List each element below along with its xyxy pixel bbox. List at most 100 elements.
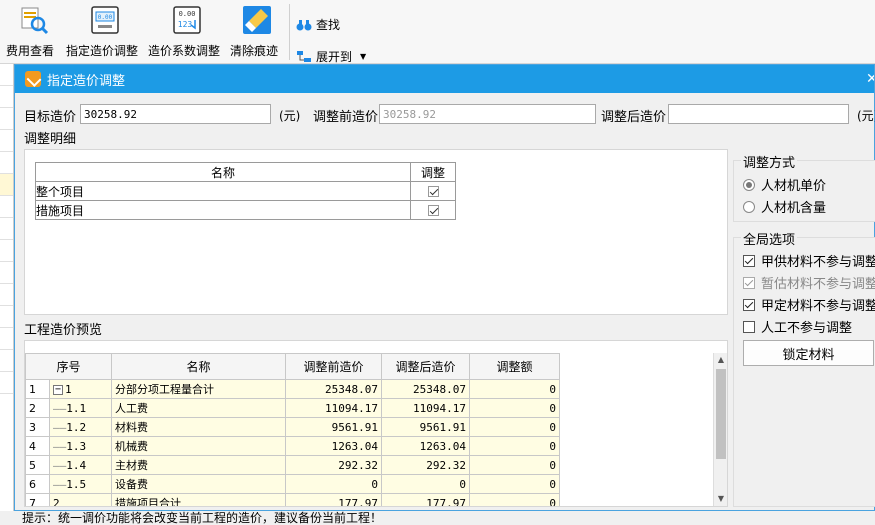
find-label: 查找 <box>316 18 341 32</box>
svg-text:0.00: 0.00 <box>179 10 196 18</box>
fee-view-label: 费用查看 <box>6 44 55 58</box>
dialog-app-icon <box>25 71 41 87</box>
after-price-label: 调整后造价 <box>601 110 667 125</box>
status-hint: 提示：统一调价功能将会改变当前工程的造价，建议备份当前工程！ <box>0 511 875 525</box>
svg-text:123: 123 <box>178 20 193 29</box>
row-diff: 0 <box>469 398 560 418</box>
preview-scrollbar[interactable]: ▲ ▼ <box>713 353 727 506</box>
scroll-down-icon[interactable]: ▼ <box>714 492 727 506</box>
row-number: 3 <box>25 417 50 437</box>
clear-trace-label: 清除痕迹 <box>230 44 279 58</box>
detail-table: 名称 调整 整个项目 措施项目 <box>34 162 456 220</box>
after-price-input[interactable] <box>668 104 849 124</box>
svg-text:0.00: 0.00 <box>98 14 113 21</box>
table-row[interactable]: 1 −1 分部分项工程量合计 25348.07 25348.07 0 <box>25 379 560 399</box>
preview-header-index: 序号 <box>25 353 112 380</box>
row-name: 材料费 <box>111 417 286 437</box>
radio-button[interactable] <box>743 200 755 213</box>
row-name: 人工费 <box>111 398 286 418</box>
row-before: 9561.91 <box>285 417 382 437</box>
price-adjust-button[interactable]: 0.00 指定造价调整 <box>66 2 144 62</box>
lock-material-button[interactable]: 锁定材料 <box>743 340 874 366</box>
row-name: 分部分项工程量合计 <box>111 379 286 399</box>
row-code-cell: −1 <box>49 379 112 399</box>
detail-row-adjust-cell <box>410 181 456 201</box>
close-icon[interactable]: ✕ <box>866 65 874 93</box>
scroll-up-icon[interactable]: ▲ <box>714 353 727 367</box>
dialog-titlebar: 指定造价调整 ✕ <box>15 65 874 93</box>
adjust-checkbox[interactable] <box>427 186 439 197</box>
option-labor[interactable]: 人工不参与调整 <box>743 317 852 336</box>
option-jiading-material[interactable]: 甲定材料不参与调整 <box>743 295 875 314</box>
detail-section-label: 调整明细 <box>24 132 77 147</box>
detail-row-name: 整个项目 <box>34 181 412 201</box>
option-estimated-material: 暂估材料不参与调整 <box>743 273 875 292</box>
preview-header-name: 名称 <box>111 353 286 380</box>
row-diff: 0 <box>469 455 560 475</box>
adjust-checkbox[interactable] <box>427 205 439 216</box>
row-code-cell: ——1.1 <box>49 398 112 418</box>
collapse-icon[interactable]: − <box>53 384 63 395</box>
table-row[interactable]: 2 ——1.1 人工费 11094.17 11094.17 0 <box>25 398 560 418</box>
scroll-thumb[interactable] <box>716 369 726 459</box>
adjust-mode-label: 调整方式 <box>741 152 798 171</box>
checkbox[interactable] <box>743 298 755 311</box>
checkbox[interactable] <box>743 320 755 333</box>
fee-view-icon <box>21 7 49 35</box>
row-number: 6 <box>25 474 50 494</box>
row-name: 设备费 <box>111 474 286 494</box>
row-code-cell: 2 <box>49 493 112 507</box>
option-label: 人材机单价 <box>761 179 827 194</box>
table-row[interactable]: 5 ——1.4 主材费 292.32 292.32 0 <box>25 455 560 475</box>
row-after: 9561.91 <box>381 417 470 437</box>
coefficient-adjust-button[interactable]: 0.00 123 造价系数调整 <box>148 2 226 62</box>
row-diff: 0 <box>469 493 560 506</box>
row-code: 2 <box>53 496 60 507</box>
row-after: 25348.07 <box>381 379 470 399</box>
row-code: 1.2 <box>66 420 87 434</box>
binoculars-icon <box>296 19 312 30</box>
target-price-label: 目标造价 <box>24 110 77 125</box>
global-options-label: 全局选项 <box>741 229 798 248</box>
row-name: 主材费 <box>111 455 286 475</box>
detail-row-name: 措施项目 <box>34 200 412 220</box>
row-number: 4 <box>25 436 50 456</box>
preview-header-after: 调整后造价 <box>381 353 470 380</box>
coefficient-adjust-label: 造价系数调整 <box>148 44 221 58</box>
checkbox[interactable] <box>743 254 755 267</box>
row-after: 292.32 <box>381 455 470 475</box>
table-row[interactable]: 整个项目 <box>34 181 456 201</box>
after-unit-label: (元) <box>857 109 875 123</box>
preview-table: 序号 名称 调整前造价 调整后造价 调整额 1 −1 分部分项工程量合计 253… <box>25 353 560 507</box>
row-code-cell: ——1.5 <box>49 474 112 494</box>
table-row[interactable]: 4 ——1.3 机械费 1263.04 1263.04 0 <box>25 436 560 456</box>
clear-trace-button[interactable]: 清除痕迹 <box>230 2 284 62</box>
adjust-mode-option-content[interactable]: 人材机含量 <box>743 197 826 216</box>
table-row[interactable]: 7 2 措施项目合计 177.97 177.97 0 <box>25 493 560 507</box>
table-row[interactable]: 措施项目 <box>34 200 456 220</box>
chevron-down-icon: ▼ <box>360 52 367 61</box>
radio-button[interactable] <box>743 178 755 191</box>
find-button[interactable]: 查找 <box>296 16 340 33</box>
before-price-input <box>379 104 596 124</box>
row-diff: 0 <box>469 417 560 437</box>
row-before: 177.97 <box>285 493 382 506</box>
dialog-title: 指定造价调整 <box>47 73 126 89</box>
table-row[interactable]: 6 ——1.5 设备费 0 0 0 <box>25 474 560 494</box>
target-price-input[interactable] <box>80 104 271 124</box>
option-label: 甲定材料不参与调整 <box>761 299 875 314</box>
clear-trace-icon <box>243 6 271 34</box>
background-grid-strip <box>0 64 14 525</box>
row-number: 1 <box>25 379 50 399</box>
row-code-cell: ——1.4 <box>49 455 112 475</box>
expand-to-button[interactable]: 展开到 ▼ <box>296 48 366 65</box>
ribbon-toolbar: 费用查看 0.00 指定造价调整 0.00 123 造价系数调整 清除痕迹 查找… <box>0 0 875 64</box>
price-adjust-icon: 0.00 <box>91 6 119 34</box>
fee-view-button[interactable]: 费用查看 <box>6 2 62 62</box>
expand-tree-icon <box>297 50 311 62</box>
table-row[interactable]: 3 ——1.2 材料费 9561.91 9561.91 0 <box>25 417 560 437</box>
price-adjust-dialog: 指定造价调整 ✕ 目标造价 (元) 调整前造价 调整后造价 (元) 调整明细 名… <box>14 64 875 511</box>
row-name: 措施项目合计 <box>111 493 286 506</box>
option-jiagong-material[interactable]: 甲供材料不参与调整 <box>743 251 875 270</box>
adjust-mode-option-unit-price[interactable]: 人材机单价 <box>743 175 826 194</box>
